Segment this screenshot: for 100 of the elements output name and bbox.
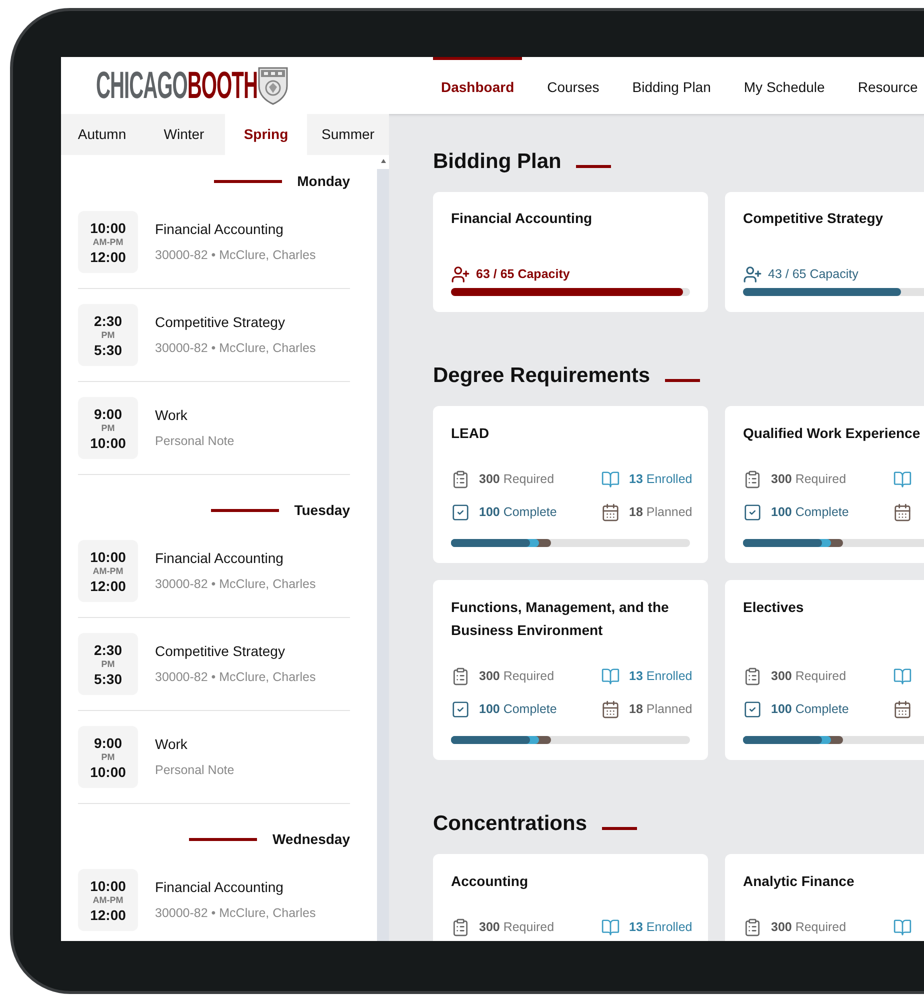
end-time: 12:00 [90,908,126,922]
card-title: Competitive Strategy [743,209,884,228]
nav-tab[interactable]: Dashboard [433,57,522,114]
start-time: 10:00 [90,220,126,234]
section-heading: Concentrations [433,811,588,837]
nav-tab[interactable]: My Schedule [736,57,833,114]
user-plus-icon [451,265,470,284]
stat-label: 100 Complete [479,504,557,521]
event-detail: 30000-82 • McClure, Charles [155,576,316,594]
stat-label: 18 Planned [629,504,692,521]
stat-label: 300 Required [479,470,554,488]
event-detail: 30000-82 • McClure, Charles [155,247,316,264]
scroll-up-icon[interactable] [380,159,386,163]
stat-label: 300 Required [479,668,554,685]
stat-label: 100 Complete [479,700,557,718]
clipboard-icon [451,470,470,488]
calendar-icon [601,700,620,718]
clipboard-icon [743,470,762,488]
clipboard-icon [743,918,762,936]
start-time: 10:00 [90,878,126,892]
time-period: AM-PM [92,896,124,904]
time-period: PM [101,660,115,668]
card-title: Functions, Management, and the Business Environment [451,598,670,640]
section-heading: Degree Requirements [433,363,650,389]
checkbox-icon [451,700,470,718]
capacity-label: 63 / 65 Capacity [476,266,570,284]
stat-label: 13 Enrolled [629,668,692,685]
event-detail: Personal Note [155,433,234,450]
book-icon [601,918,620,936]
course-card[interactable]: Financial Accounting 63 / 65 Capacity [433,192,708,312]
book-icon [601,666,620,686]
book-icon [893,470,912,488]
card-title: LEAD [451,424,490,443]
event-title[interactable]: Competitive Strategy [155,312,316,334]
start-time: 9:00 [94,736,122,750]
checkbox-icon [743,502,762,522]
term-tab[interactable]: Autumn [61,114,143,155]
term-tab[interactable]: Winter [143,114,225,155]
card-title: Accounting [451,872,529,891]
requirement-card[interactable]: Functions, Management, and the Business Environment 300 Required 13 Enrolled 100 Complete 18 Planned [433,580,708,760]
calendar-icon [893,700,912,718]
requirement-card[interactable]: Accounting 300 Required 13 Enrolled [433,854,708,941]
end-time: 10:00 [90,436,126,450]
time-period: PM [101,424,115,432]
end-time: 12:00 [90,250,126,264]
book-icon [893,666,912,686]
stat-label: 18 Planned [629,700,692,718]
stat-label: 300 Required [771,918,846,936]
end-time: 10:00 [90,764,126,778]
section-heading: Bidding Plan [433,149,562,175]
checkbox-icon [743,700,762,718]
start-time: 10:00 [90,550,126,564]
event-title[interactable]: Financial Accounting [155,877,316,898]
clipboard-icon [451,918,470,936]
requirement-card[interactable]: Analytic Finance 300 Required [725,854,924,941]
event-title[interactable]: Work [155,734,234,756]
nav-tab[interactable]: Bidding Plan [624,57,719,114]
day-heading: Wednesday [272,830,350,849]
term-tab[interactable]: Spring [225,114,307,155]
start-time: 2:30 [94,642,122,656]
event-detail: Personal Note [155,762,234,780]
requirement-card[interactable]: LEAD 300 Required 13 Enrolled 100 Complete 18 Planned [433,406,708,563]
start-time: 2:30 [94,314,122,328]
stat-label: 13 Enrolled [629,918,692,936]
event-detail: 30000-82 • McClure, Charles [155,905,316,922]
time-period: AM-PM [92,238,124,246]
capacity-label: 43 / 65 Capacity [768,266,858,284]
day-heading: Monday [297,172,350,191]
stat-label: 300 Required [771,668,846,685]
book-icon [893,918,912,936]
end-time: 5:30 [94,672,122,686]
event-detail: 30000-82 • McClure, Charles [155,340,316,358]
stat-label: 100 Complete [771,504,849,521]
scrollbar[interactable] [377,155,389,941]
logo[interactable]: CHICAGOBOOTH [96,66,258,104]
event-title[interactable]: Financial Accounting [155,219,316,240]
event-title[interactable]: Financial Accounting [155,548,316,570]
end-time: 5:30 [94,342,122,356]
time-period: AM-PM [92,566,124,576]
time-period: PM [101,752,115,762]
calendar-icon [601,502,620,522]
checkbox-icon [451,502,470,522]
nav-tab[interactable]: Courses [539,57,608,114]
book-icon [601,470,620,488]
card-title: Financial Accounting [451,209,594,228]
clipboard-icon [451,666,470,686]
event-title[interactable]: Work [155,405,234,426]
stat-label: 100 Complete [771,700,849,718]
course-card[interactable]: Competitive Strategy 43 / 65 Capacity [725,192,924,312]
nav-tab[interactable]: Resource [850,57,924,114]
requirement-card[interactable]: Electives 300 Required 100 Complete [725,580,924,760]
requirement-card[interactable]: Qualified Work Experience 300 Required 100 Complete [725,406,924,563]
day-heading: Tuesday [294,501,350,520]
term-tab[interactable]: Summer [307,114,389,155]
stat-label: 300 Required [771,470,846,488]
event-title[interactable]: Competitive Strategy [155,641,316,662]
user-plus-icon [743,265,762,284]
card-title: Qualified Work Experience [743,424,922,443]
time-period: PM [101,330,115,340]
stat-label: 300 Required [479,918,554,936]
